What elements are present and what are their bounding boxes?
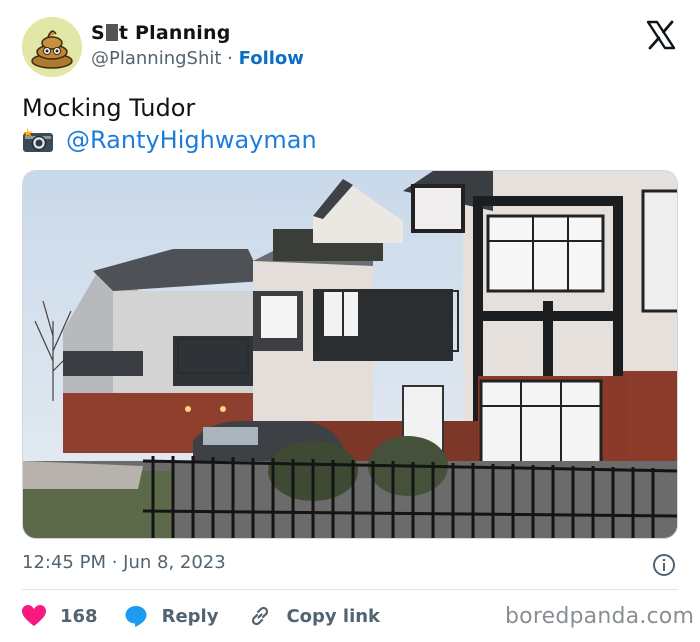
tweet-card: St Planning @PlanningShit · Follow Mocki… [0,0,700,642]
author-name[interactable]: St Planning [91,22,231,44]
camera-flash-icon [23,128,53,152]
houses-photo [23,171,677,538]
like-count: 168 [60,605,98,627]
mention-link[interactable]: @RantyHighwayman [66,124,317,156]
reply-label: Reply [161,605,219,627]
reply-button[interactable]: Reply [124,604,219,628]
like-button[interactable]: 168 [22,605,98,627]
tweet-photo[interactable] [22,170,678,539]
censor-block [105,24,118,41]
author-name-prefix: S [91,22,105,44]
poop-emoji-icon [22,17,82,77]
tweet-text: Mocking Tudor [22,94,196,122]
x-logo-icon[interactable] [645,19,677,51]
watermark: boredpanda.com [505,604,695,629]
avatar[interactable] [22,17,82,77]
info-icon[interactable] [652,553,676,577]
divider [22,589,678,590]
copy-link-button[interactable]: Copy link [248,604,380,628]
link-icon [252,606,269,626]
copy-link-label: Copy link [286,605,381,627]
heart-icon [22,605,46,626]
author-handle[interactable]: @PlanningShit [91,48,221,69]
follow-link[interactable]: Follow [239,48,304,69]
author-name-suffix: t Planning [118,22,231,44]
reply-bubble-icon [125,606,147,627]
tweet-timestamp[interactable]: 12:45 PM · Jun 8, 2023 [22,552,226,573]
separator: · [227,48,233,69]
action-bar: 168 Reply Copy link [22,603,380,629]
credit-row: @RantyHighwayman [22,124,317,156]
handle-row: @PlanningShit · Follow [91,48,304,69]
